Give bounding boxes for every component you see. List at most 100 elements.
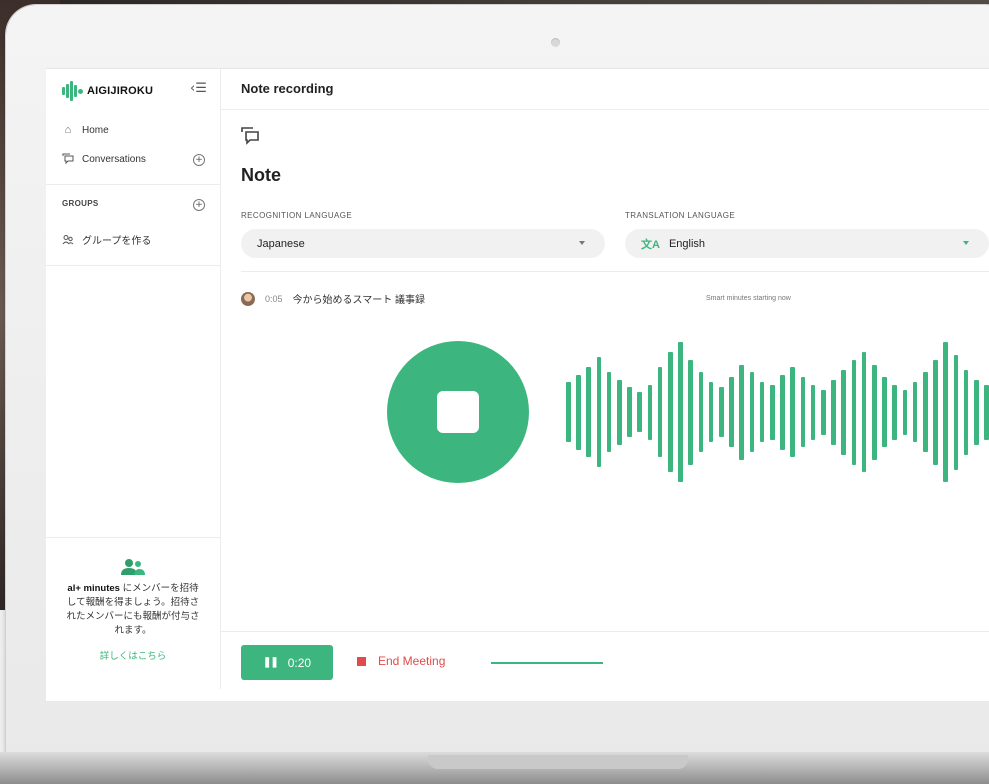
waveform-bar	[872, 364, 877, 460]
bottom-controls: ❚❚ 0:20 End Meeting	[221, 631, 989, 701]
dropdown-caret-icon	[579, 241, 585, 245]
avatar	[241, 291, 255, 306]
logo-icon	[62, 81, 83, 101]
promo-text: al+ minutes にメンバーを招待して報酬を得ましょう。招待されたメンバー…	[46, 582, 220, 638]
waveform-bar	[617, 379, 622, 445]
waveform-bar	[688, 359, 693, 465]
sidebar-item-label: Home	[82, 124, 109, 136]
pause-icon: ❚❚	[262, 657, 279, 668]
laptop-camera	[551, 38, 560, 47]
sidebar-item-home[interactable]: ⌂ Home	[62, 124, 109, 136]
waveform-bar	[851, 359, 857, 465]
sidebar-item-label: グループを作る	[82, 236, 152, 247]
recording-timer: 0:20	[287, 655, 312, 670]
waveform-bar	[678, 342, 683, 482]
sidebar-item-conversations[interactable]: Conversations	[62, 153, 146, 165]
waveform-bar	[586, 367, 591, 457]
translation-language-label: TRANSLATION LANGUAGE	[625, 211, 736, 220]
waveform-bar	[943, 342, 948, 482]
waveform-bar	[892, 384, 897, 440]
groups-heading: GROUPS	[62, 199, 99, 208]
page-title: Note recording	[241, 81, 334, 96]
collapse-menu-icon[interactable]: ‹☰	[190, 81, 207, 96]
topbar: Note recording	[221, 69, 989, 110]
add-group-button[interactable]: +	[193, 199, 205, 211]
translate-icon: 文A	[641, 238, 660, 251]
waveform-bar	[953, 354, 959, 470]
waveform-bar	[719, 387, 724, 437]
transcript-line: 0:05 今から始めるスマート 議事録	[241, 291, 425, 306]
waveform-bar	[739, 364, 744, 460]
invite-promo: al+ minutes にメンバーを招待して報酬を得ましょう。招待されたメンバー…	[46, 537, 220, 688]
end-meeting-label: End Meeting	[378, 654, 446, 668]
audio-waveform	[566, 337, 989, 487]
divider	[241, 271, 989, 272]
waveform-bar	[974, 379, 979, 445]
home-icon: ⌂	[64, 124, 72, 136]
learn-more-link[interactable]: 詳しくはこちら	[46, 648, 220, 662]
dropdown-caret-icon	[963, 241, 969, 245]
note-chat-icon	[241, 127, 259, 145]
note-title: Note	[241, 165, 281, 185]
sidebar-item-create-group[interactable]: グループを作る	[62, 232, 151, 247]
divider	[46, 184, 220, 185]
chat-icon	[62, 153, 74, 165]
waveform-bar	[821, 389, 826, 435]
sidebar-item-label: Conversations	[82, 153, 146, 165]
people-icon	[62, 234, 74, 246]
sidebar: AIGIJIROKU ‹☰ ⌂ Home Conversations + GRO…	[46, 69, 221, 689]
users-icon	[120, 558, 146, 576]
waveform-bar	[963, 369, 969, 455]
main-panel: Note recording Note RECOGNITION LANGUAGE…	[221, 69, 989, 701]
transcript-translation: Smart minutes starting now	[706, 295, 791, 302]
waveform-bar	[749, 372, 755, 452]
waveform-bar	[912, 382, 918, 442]
pause-button[interactable]: ❚❚ 0:20	[241, 645, 333, 680]
waveform-bar	[668, 352, 673, 472]
end-meeting-button[interactable]: End Meeting	[357, 654, 445, 668]
waveform-bar	[800, 377, 806, 447]
waveform-bar	[759, 382, 765, 442]
laptop-notch	[428, 755, 688, 769]
waveform-bar	[902, 389, 908, 435]
divider	[46, 265, 220, 266]
waveform-bar	[657, 367, 663, 457]
end-square-icon	[357, 656, 366, 666]
waveform-bar	[637, 392, 642, 432]
stop-icon	[437, 391, 479, 433]
waveform-bar	[841, 369, 846, 455]
recognition-language-label: RECOGNITION LANGUAGE	[241, 211, 353, 220]
waveform-bar	[606, 372, 612, 452]
waveform-bar	[780, 374, 785, 450]
waveform-bar	[882, 377, 887, 447]
waveform-bar	[984, 384, 989, 440]
translation-language-value: English	[668, 237, 706, 250]
recognition-language-select[interactable]: Japanese	[241, 229, 605, 258]
add-conversation-button[interactable]: +	[193, 154, 205, 166]
recognition-language-value: Japanese	[257, 237, 305, 250]
waveform-bar	[627, 387, 632, 437]
waveform-bar	[729, 377, 734, 447]
stop-recording-button[interactable]	[387, 341, 529, 483]
promo-product-name: al+ minutes	[67, 583, 120, 594]
brand-logo[interactable]: AIGIJIROKU	[62, 81, 153, 101]
waveform-bar	[831, 379, 836, 445]
waveform-bar	[810, 384, 816, 440]
translation-language-select[interactable]: 文A English	[625, 229, 989, 258]
transcript-time: 0:05	[265, 293, 283, 304]
waveform-bar	[923, 372, 928, 452]
brand-name: AIGIJIROKU	[87, 85, 154, 97]
waveform-bar	[933, 359, 938, 465]
waveform-bar	[596, 357, 602, 467]
waveform-bar	[698, 372, 704, 452]
audio-level-indicator	[491, 662, 603, 664]
waveform-bar	[861, 352, 867, 472]
waveform-bar	[770, 384, 775, 440]
waveform-bar	[708, 382, 714, 442]
waveform-bar	[790, 367, 795, 457]
waveform-bar	[647, 384, 653, 440]
waveform-bar	[576, 374, 581, 450]
transcript-text: 今から始めるスマート 議事録	[292, 295, 426, 306]
app-window: AIGIJIROKU ‹☰ ⌂ Home Conversations + GRO…	[46, 68, 989, 701]
waveform-bar	[566, 382, 571, 442]
